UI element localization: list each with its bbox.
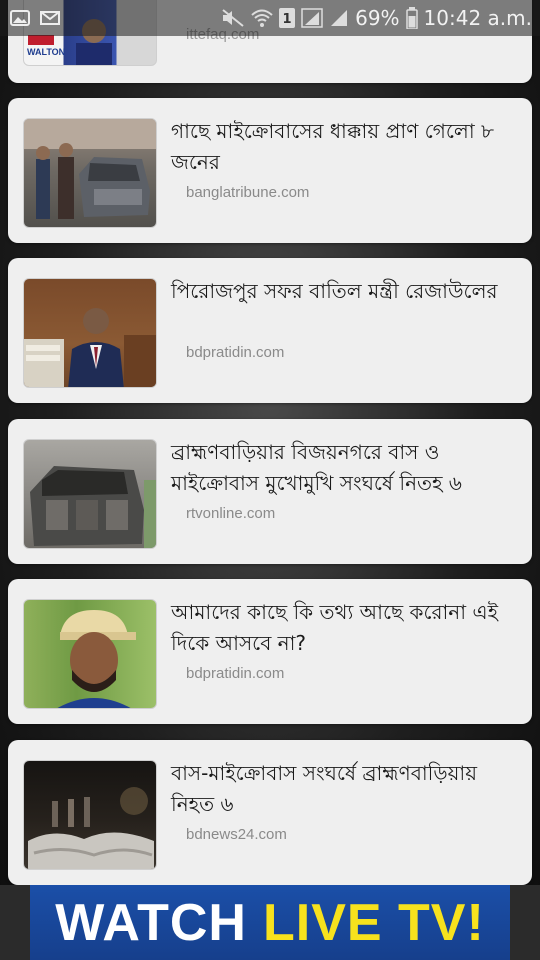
battery-icon [405, 7, 418, 29]
news-source: bdpratidin.com [186, 344, 285, 361]
sim1-icon: 1 [279, 8, 296, 28]
signal-icon [301, 8, 323, 28]
news-headline[interactable]: গাছে মাইক্রোবাসের ধাক্কায় প্রাণ গেলো ৮ … [171, 116, 521, 178]
mail-icon [40, 10, 60, 26]
status-bar: 1 69% 10:42 a.m. [0, 0, 540, 36]
news-thumbnail [23, 439, 157, 549]
news-card[interactable]: গাছে মাইক্রোবাসের ধাক্কায় প্রাণ গেলো ৮ … [8, 98, 532, 243]
news-thumbnail [23, 760, 157, 870]
news-card[interactable]: ব্রাহ্মণবাড়িয়ার বিজয়নগরে বাস ও মাইক্র… [8, 419, 532, 564]
news-headline[interactable]: বাস-মাইক্রোবাস সংঘর্ষে ব্রাহ্মণবাড়িয়ায… [171, 758, 521, 820]
signal-icon [329, 8, 349, 28]
news-headline[interactable]: ব্রাহ্মণবাড়িয়ার বিজয়নগরে বাস ও মাইক্র… [171, 437, 521, 499]
battery-percent: 69% [355, 6, 400, 30]
news-thumbnail [23, 599, 157, 709]
news-source: bdnews24.com [186, 826, 287, 843]
clock: 10:42 a.m. [423, 6, 532, 30]
image-icon [10, 10, 30, 26]
news-thumbnail [23, 278, 157, 388]
banner-word-live-tv: LIVE TV! [262, 893, 485, 952]
watch-live-tv-banner[interactable]: WATCH LIVE TV! [30, 885, 510, 960]
news-source: banglatribune.com [186, 184, 310, 201]
news-card[interactable]: আমাদের কাছে কি তথ্য আছে করোনা এই দিকে আস… [8, 579, 532, 724]
banner-word-watch: WATCH [55, 893, 247, 952]
news-source: bdpratidin.com [186, 665, 285, 682]
news-card[interactable]: বাস-মাইক্রোবাস সংঘর্ষে ব্রাহ্মণবাড়িয়ায… [8, 740, 532, 885]
walton-logo-text: WALTON [27, 47, 66, 57]
news-headline[interactable]: আমাদের কাছে কি তথ্য আছে করোনা এই দিকে আস… [171, 597, 521, 659]
wifi-icon [251, 8, 273, 28]
news-thumbnail [23, 118, 157, 228]
news-card[interactable]: পিরোজপুর সফর বাতিল মন্ত্রী রেজাউলের bdpr… [8, 258, 532, 403]
news-headline[interactable]: পিরোজপুর সফর বাতিল মন্ত্রী রেজাউলের [171, 276, 521, 307]
mute-icon [221, 8, 245, 28]
sim1-label: 1 [283, 12, 292, 27]
news-source: rtvonline.com [186, 505, 276, 522]
